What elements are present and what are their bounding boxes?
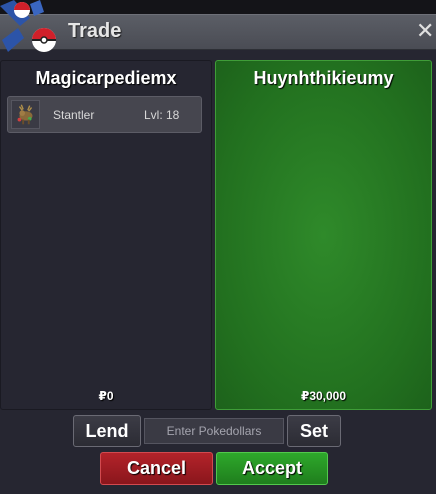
my-offer-panel: Magicarpediemx Stantler Lvl: 18 ₽0 <box>0 60 212 410</box>
pokemon-name: Stantler <box>53 108 95 122</box>
set-button[interactable]: Set <box>287 415 341 447</box>
trade-window: Trade ✕ Magicarpediemx Stantler Lvl: 18 … <box>0 0 436 494</box>
window-title: Trade <box>68 20 122 42</box>
lend-button[interactable]: Lend <box>73 415 141 447</box>
pokeball-logo-icon <box>0 0 56 52</box>
offered-pokemon-slot[interactable]: Stantler Lvl: 18 <box>7 96 202 133</box>
top-strip <box>0 0 436 14</box>
my-player-name: Magicarpediemx <box>35 68 177 88</box>
partner-money-amount: ₽30,000 <box>300 389 347 403</box>
my-money-amount: ₽0 <box>98 389 114 403</box>
cancel-button[interactable]: Cancel <box>100 452 213 485</box>
pokedollar-input[interactable] <box>144 418 284 444</box>
accept-button[interactable]: Accept <box>216 452 328 485</box>
stantler-sprite-icon <box>11 100 40 129</box>
title-bar[interactable] <box>0 14 436 50</box>
close-icon[interactable]: ✕ <box>416 19 434 43</box>
partner-player-name: Huynhthikieumy <box>253 68 394 88</box>
pokemon-level: Lvl: 18 <box>144 108 180 122</box>
partner-offer-panel: Huynhthikieumy ₽30,000 <box>215 60 432 410</box>
